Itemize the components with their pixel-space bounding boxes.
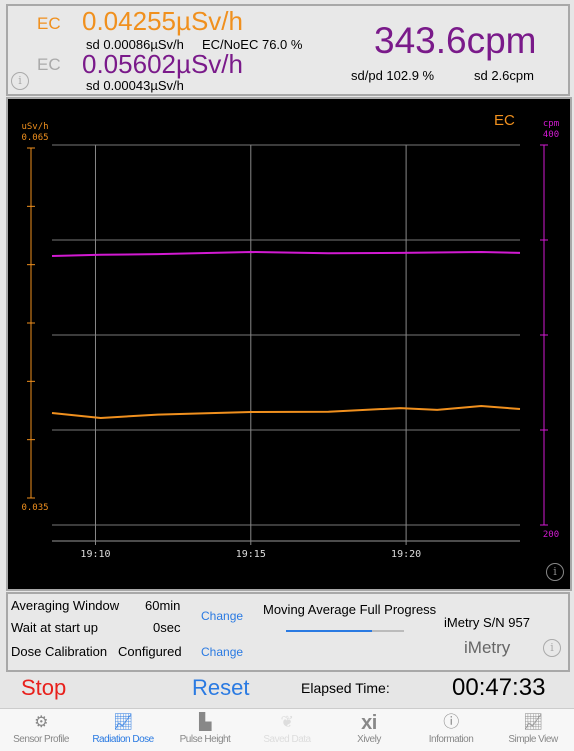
noec-value: 0.05602µSv/h (82, 49, 243, 79)
cpm-series-line (51, 250, 521, 257)
calibration-label: Dose Calibration (11, 644, 108, 659)
right-axis-bottom: 200 (543, 530, 559, 540)
x-tick-label: 19:15 (236, 549, 266, 560)
calibration-value: Configured (118, 644, 182, 659)
chart-icon: 📈︎ (523, 714, 543, 731)
x-tick-label: 19:20 (391, 549, 421, 560)
dose-chart: 19:10 19:15 19:20 uSv/h0.065 0.035 cpm400 200 (21, 119, 559, 560)
tab-label: Radiation Dose (92, 734, 154, 745)
device-info-icon[interactable]: i (543, 639, 561, 657)
tab-xively[interactable]: xi Xively (328, 709, 410, 751)
averaging-window-value: 60min (145, 598, 181, 613)
tab-label: Xively (357, 734, 381, 745)
wait-value: 0sec (153, 620, 181, 635)
tab-simple-view[interactable]: 📈︎ Simple View (492, 709, 574, 751)
progress-bar (286, 630, 404, 632)
elapsed-label: Elapsed Time: (301, 680, 390, 696)
xively-icon: xi (361, 712, 377, 734)
tab-label: Sensor Profile (13, 734, 69, 745)
noec-label: EC (37, 55, 61, 74)
ec-value: 0.04255µSv/h (82, 6, 243, 36)
brand-label: iMetry (464, 638, 511, 657)
progress-fill (286, 630, 373, 632)
histogram-icon: ▙ (199, 714, 211, 731)
gear-icon: ⚙ (34, 714, 48, 731)
tab-radiation-dose[interactable]: 📈︎ Radiation Dose (82, 709, 164, 751)
averaging-window-label: Averaging Window (11, 598, 120, 613)
chart-icon: 📈︎ (113, 714, 133, 731)
cpm-sd: sd 2.6cpm (474, 68, 534, 83)
tab-label: Information (428, 734, 474, 745)
tab-saved-data[interactable]: ❦ Saved Data (246, 709, 328, 751)
x-tick-label: 19:10 (80, 549, 110, 560)
sdpd: sd/pd 102.9 % (351, 68, 435, 83)
exclamation-icon: ⓘ (443, 714, 459, 731)
elapsed-time: 00:47:33 (452, 674, 546, 701)
left-axis-label: uSv/h (21, 122, 48, 132)
serial-number: iMetry S/N 957 (444, 615, 530, 630)
tab-label: Saved Data (263, 734, 311, 745)
progress-label: Moving Average Full Progress (263, 602, 437, 617)
tab-pulse-height[interactable]: ▙ Pulse Height (164, 709, 246, 751)
dose-series-line (51, 404, 521, 420)
info-icon[interactable]: i (11, 72, 29, 90)
chart-panel: 19:10 19:15 19:20 uSv/h 0.065 0.035 cpm 400 200 … (6, 97, 572, 591)
left-axis-top: 0.065 (21, 133, 48, 143)
left-axis-bottom: 0.035 (21, 503, 48, 513)
tab-information[interactable]: ⓘ Information (410, 709, 492, 751)
stop-button[interactable]: Stop (21, 675, 66, 701)
tab-bar: ⚙ Sensor Profile 📈︎ Radiation Dose ▙ Pulse … (0, 708, 574, 751)
reset-button[interactable]: Reset (192, 675, 249, 701)
noec-sd: sd 0.00043µSv/h (86, 78, 184, 93)
wait-label: Wait at start up (11, 620, 98, 635)
chart-info-icon[interactable]: i (546, 563, 564, 581)
right-axis-top: 400 (543, 130, 559, 140)
readout-panel: EC 0.04255µSv/h sd 0.00086µSv/h EC/NoEC … (6, 4, 570, 96)
ec-label: EC (37, 14, 61, 33)
tab-label: Simple View (508, 734, 558, 745)
change-averaging-button[interactable]: Change (201, 609, 243, 623)
change-calibration-button[interactable]: Change (201, 645, 243, 659)
tab-label: Pulse Height (179, 734, 231, 745)
settings-panel: Averaging Window 60min Wait at start up … (6, 592, 570, 672)
tab-sensor-profile[interactable]: ⚙ Sensor Profile (0, 709, 82, 751)
chart-legend: EC (494, 112, 515, 129)
right-axis-label: cpm (543, 119, 559, 129)
leaf-icon: ❦ (280, 714, 294, 731)
cpm-value: 343.6cpm (374, 20, 537, 61)
